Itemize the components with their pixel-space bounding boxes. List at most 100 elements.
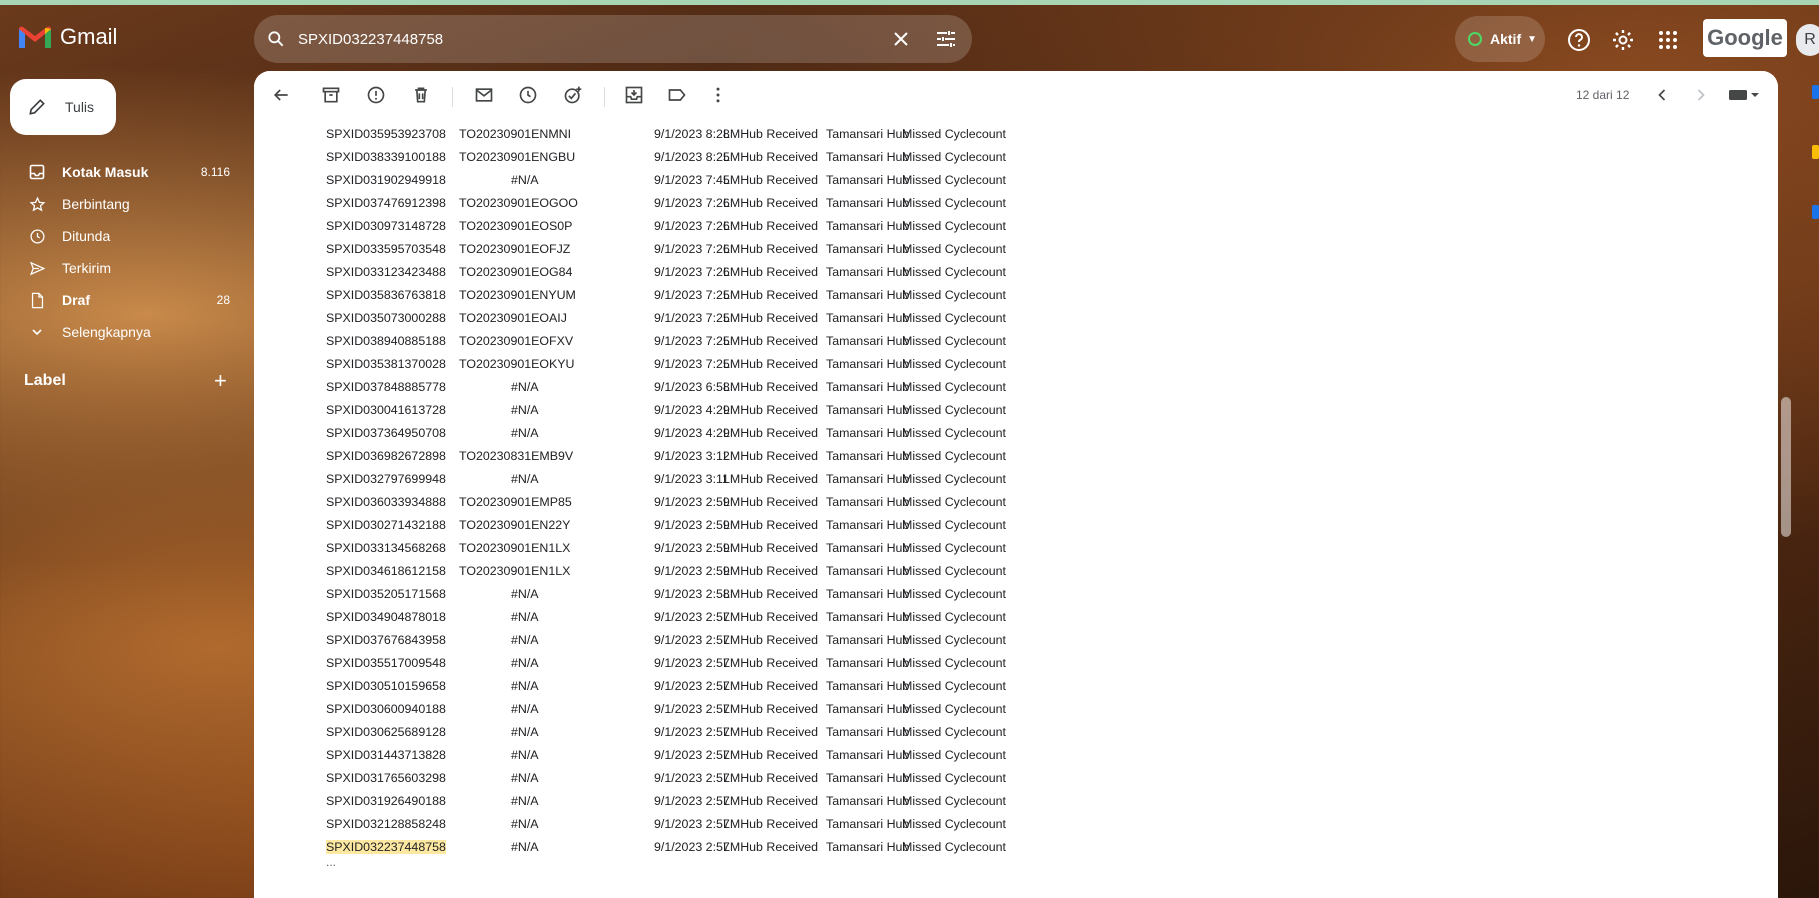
sidebar-item-label: Terkirim <box>62 260 111 276</box>
toolbar-divider <box>604 87 605 107</box>
search-options-icon[interactable] <box>934 27 958 51</box>
status-cell: LMHub Received <box>723 357 819 371</box>
chevron-left-icon[interactable] <box>1652 85 1672 105</box>
timestamp-cell: 9/1/2023 2:57 <box>654 633 730 647</box>
gear-icon[interactable] <box>1611 28 1635 52</box>
sidebar-item-sent[interactable]: Terkirim <box>0 252 240 284</box>
chevron-down-icon: ▼ <box>1527 33 1538 45</box>
remark-cell: Missed Cyclecount <box>902 794 1006 808</box>
timestamp-cell: 9/1/2023 7:25 <box>654 357 730 371</box>
to-number-cell: #N/A <box>511 725 539 739</box>
help-icon[interactable] <box>1567 28 1591 52</box>
spx-id-cell: SPXID033134568268 <box>326 541 446 555</box>
status-cell: LMHub Received <box>723 196 819 210</box>
google-account-badge[interactable]: Google <box>1703 19 1787 57</box>
to-number-cell: TO20230901EOAIJ <box>459 311 567 325</box>
hub-cell: Tamansari Hub <box>826 702 910 716</box>
remark-cell: Missed Cyclecount <box>902 610 1006 624</box>
spx-id-cell: SPXID030041613728 <box>326 403 446 417</box>
move-to-icon[interactable] <box>624 85 644 105</box>
remark-cell: Missed Cyclecount <box>902 449 1006 463</box>
to-number-cell: TO20230901EN22Y <box>459 518 571 532</box>
timestamp-cell: 9/1/2023 2:57 <box>654 771 730 785</box>
spx-id-cell: SPXID038940885188 <box>326 334 446 348</box>
more-vertical-icon[interactable] <box>708 85 728 105</box>
message-toolbar: 12 dari 12 <box>254 71 1778 119</box>
timestamp-cell: 9/1/2023 2:59 <box>654 518 730 532</box>
back-arrow-icon[interactable] <box>271 85 291 105</box>
status-cell: LMHub Received <box>723 127 819 141</box>
timestamp-cell: 9/1/2023 3:12 <box>654 449 730 463</box>
to-number-cell: TO20230901ENGBU <box>459 150 576 164</box>
snooze-clock-icon[interactable] <box>518 85 538 105</box>
hub-cell: Tamansari Hub <box>826 288 910 302</box>
sidebar-item-snoozed[interactable]: Ditunda <box>0 220 240 252</box>
status-cell: LMHub Received <box>723 518 819 532</box>
hub-cell: Tamansari Hub <box>826 610 910 624</box>
to-number-cell: TO20230901EMP85 <box>459 495 572 509</box>
to-number-cell: TO20230901ENMNI <box>459 127 572 141</box>
spx-id-cell: SPXID035381370028 <box>326 357 446 371</box>
inbox-icon <box>28 163 46 181</box>
timestamp-cell: 9/1/2023 2:58 <box>654 587 730 601</box>
status-cell: LMHub Received <box>723 794 819 808</box>
compose-button[interactable]: Tulis <box>10 79 116 135</box>
spx-id-cell: SPXID030625689128 <box>326 725 446 739</box>
status-cell: LMHub Received <box>723 265 819 279</box>
status-selector[interactable]: Aktif ▼ <box>1455 16 1545 62</box>
search-bar[interactable] <box>254 15 972 63</box>
to-number-cell: TO20230831EMB9V <box>459 449 574 463</box>
remark-cell: Missed Cyclecount <box>902 633 1006 647</box>
sidebar-item-inbox[interactable]: Kotak Masuk 8.116 <box>0 156 240 188</box>
archive-icon[interactable] <box>321 85 341 105</box>
spx-id-cell: SPXID037364950708 <box>326 426 446 440</box>
app-name: Gmail <box>60 24 118 49</box>
label-tag-icon[interactable] <box>667 85 687 105</box>
timestamp-cell: 9/1/2023 2:57 <box>654 817 730 831</box>
status-cell: LMHub Received <box>723 472 819 486</box>
apps-grid-icon[interactable] <box>1656 28 1680 52</box>
timestamp-cell: 9/1/2023 2:57 <box>654 702 730 716</box>
scrollbar[interactable] <box>1781 397 1791 537</box>
avatar[interactable]: R <box>1796 24 1819 56</box>
status-cell: LMHub Received <box>723 150 819 164</box>
gmail-logo[interactable]: Gmail <box>18 24 117 50</box>
status-cell: LMHub Received <box>723 656 819 670</box>
remark-cell: Missed Cyclecount <box>902 219 1006 233</box>
status-cell: LMHub Received <box>723 219 819 233</box>
status-cell: LMHub Received <box>723 610 819 624</box>
trash-icon[interactable] <box>411 85 431 105</box>
spx-id-cell: SPXID036982672898 <box>326 449 446 463</box>
sidebar-item-more[interactable]: Selengkapnya <box>0 316 240 348</box>
remark-cell: Missed Cyclecount <box>902 426 1006 440</box>
status-cell: LMHub Received <box>723 449 819 463</box>
timestamp-cell: 9/1/2023 2:59 <box>654 564 730 578</box>
hub-cell: Tamansari Hub <box>826 311 910 325</box>
keyboard-icon[interactable] <box>1728 85 1760 105</box>
clear-search-icon[interactable] <box>889 27 913 51</box>
spx-id-cell: SPXID031926490188 <box>326 794 446 808</box>
trimmed-content-ellipsis[interactable]: ... <box>326 855 336 869</box>
compose-label: Tulis <box>65 99 95 115</box>
star-icon <box>28 195 46 213</box>
search-highlight-cell: SPXID032237448758 <box>326 840 446 854</box>
mark-unread-icon[interactable] <box>474 85 494 105</box>
draft-count: 28 <box>216 293 230 307</box>
chevron-right-icon[interactable] <box>1691 85 1711 105</box>
search-input[interactable] <box>296 29 870 49</box>
sidebar-item-drafts[interactable]: Draf 28 <box>0 284 240 316</box>
report-spam-icon[interactable] <box>366 85 386 105</box>
side-panel-strip <box>1812 85 1819 219</box>
sidebar-item-starred[interactable]: Berbintang <box>0 188 240 220</box>
to-number-cell: TO20230901EOS0P <box>459 219 573 233</box>
search-icon[interactable] <box>266 29 286 49</box>
remark-cell: Missed Cyclecount <box>902 587 1006 601</box>
add-label-button[interactable]: + <box>214 370 227 392</box>
to-number-cell: #N/A <box>511 472 539 486</box>
hub-cell: Tamansari Hub <box>826 794 910 808</box>
to-number-cell: #N/A <box>511 587 539 601</box>
hub-cell: Tamansari Hub <box>826 656 910 670</box>
add-task-icon[interactable] <box>563 85 583 105</box>
spx-id-cell: SPXID033123423488 <box>326 265 446 279</box>
to-number-cell: #N/A <box>511 380 539 394</box>
